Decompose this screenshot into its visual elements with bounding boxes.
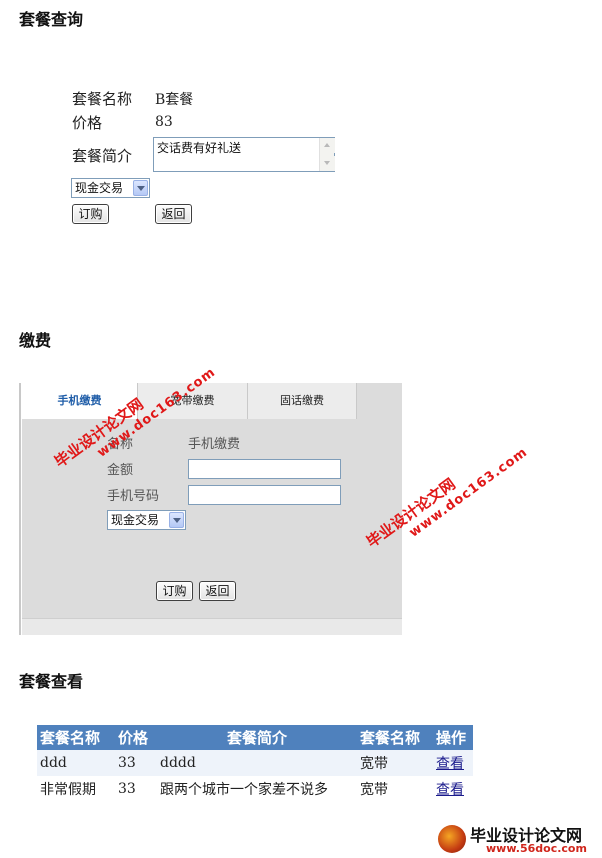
package-table: 套餐名称 价格 套餐简介 套餐名称 操作 ddd 33 dddd 宽带 查看 非…: [37, 725, 473, 802]
package-name-label: 套餐名称: [72, 90, 133, 108]
cell-name: ddd: [37, 750, 115, 776]
column-header: 价格: [115, 725, 157, 750]
phone-number-label: 手机号码: [107, 489, 160, 504]
package-intro-text: 交话费有好礼送: [157, 141, 242, 155]
amount-input[interactable]: [188, 459, 341, 479]
view-link[interactable]: 查看: [436, 756, 464, 772]
table-header-row: 套餐名称 价格 套餐简介 套餐名称 操作: [37, 725, 473, 750]
cell-type: 宽带: [357, 750, 433, 776]
textarea-scrollbar[interactable]: [319, 138, 335, 171]
cell-intro: dddd: [157, 750, 357, 776]
tab-landline-payment[interactable]: 固话缴费: [247, 383, 357, 419]
payment-section-heading: 缴费: [19, 331, 52, 350]
dropdown-arrow-icon[interactable]: [133, 180, 148, 196]
payment-order-button[interactable]: 订购: [156, 581, 193, 601]
view-link[interactable]: 查看: [436, 782, 464, 798]
payment-method-value: 现金交易: [75, 181, 124, 195]
phone-number-input[interactable]: [188, 485, 341, 505]
panel-divider: [19, 383, 21, 635]
payment-tabs: 手机缴费 宽带缴费 固话缴费: [22, 383, 402, 419]
cell-price: 33: [118, 781, 136, 797]
order-button[interactable]: 订购: [72, 204, 109, 224]
amount-label: 金额: [107, 463, 134, 478]
payment-panel: 手机缴费 宽带缴费 固话缴费 名称 手机缴费 金额 手机号码 现金交易 订购 返…: [22, 383, 402, 635]
payment-method-select[interactable]: 现金交易: [71, 178, 150, 198]
column-header: 套餐简介: [157, 725, 357, 750]
payment-back-button[interactable]: 返回: [199, 581, 236, 601]
column-header: 操作: [433, 725, 473, 750]
back-button[interactable]: 返回: [155, 204, 192, 224]
table-row: 非常假期 33 跟两个城市一个家差不说多 宽带 查看: [37, 776, 473, 802]
dropdown-arrow-icon[interactable]: [169, 512, 184, 528]
cell-intro: 跟两个城市一个家差不说多: [160, 782, 328, 798]
price-label: 价格: [72, 114, 103, 132]
column-header: 套餐名称: [357, 725, 433, 750]
query-section-heading: 套餐查询: [19, 10, 84, 29]
column-header: 套餐名称: [37, 725, 115, 750]
logo-url: www.56doc.com: [486, 842, 587, 855]
package-name-value: B套餐: [155, 92, 194, 108]
package-intro-label: 套餐简介: [72, 147, 133, 165]
site-logo: 毕业设计论文网 www.56doc.com: [438, 822, 596, 856]
price-value: 83: [155, 114, 173, 130]
view-section-heading: 套餐查看: [19, 672, 84, 691]
panel-footer: [22, 618, 402, 635]
cell-price: 33: [115, 750, 157, 776]
table-row: ddd 33 dddd 宽带 查看: [37, 750, 473, 776]
cell-name: 非常假期: [40, 782, 96, 798]
scroll-down-arrow-icon[interactable]: [320, 156, 335, 171]
payment-panel-method-value: 现金交易: [111, 513, 160, 527]
cell-type: 宽带: [360, 782, 388, 798]
scroll-up-arrow-icon[interactable]: [320, 138, 335, 153]
payment-panel-method-select[interactable]: 现金交易: [107, 510, 186, 530]
logo-icon: [438, 825, 466, 853]
payment-name-value: 手机缴费: [188, 437, 241, 452]
package-intro-textarea[interactable]: 交话费有好礼送: [153, 137, 335, 172]
